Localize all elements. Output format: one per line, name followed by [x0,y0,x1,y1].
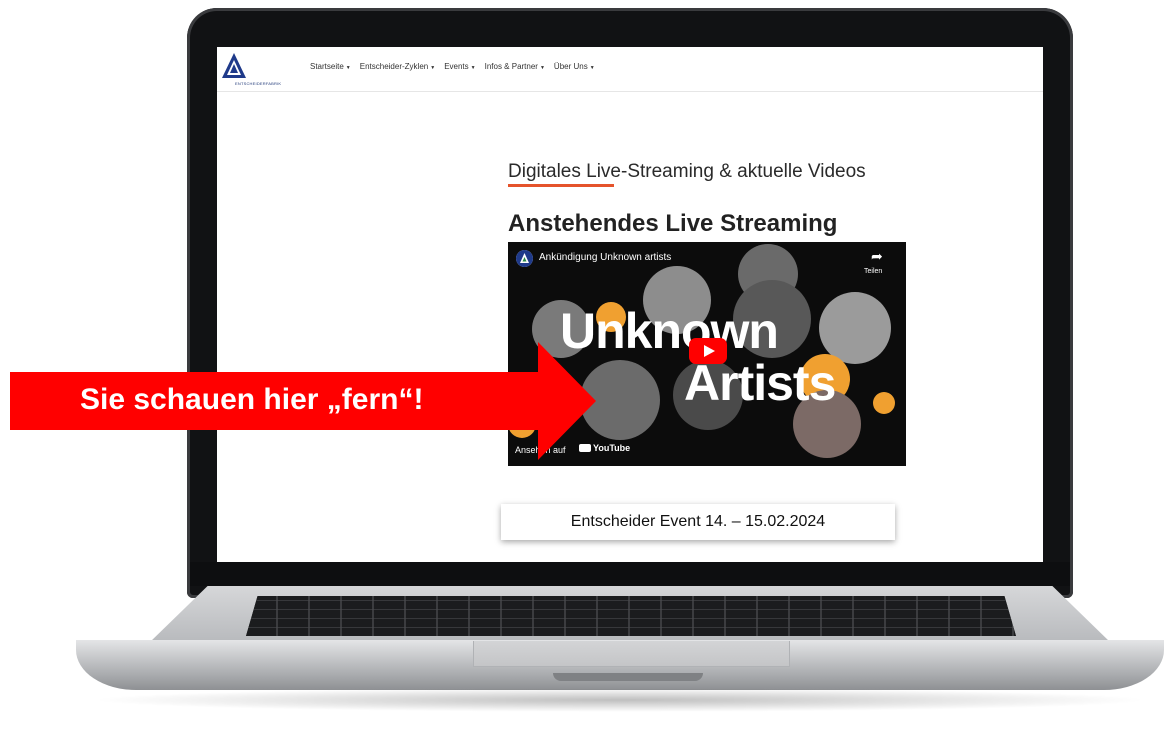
nav-item-entscheider-zyklen[interactable]: Entscheider-Zyklen ▼ [360,62,435,71]
nav-label: Über Uns [553,62,588,71]
nav-item-events[interactable]: Events ▼ [444,62,475,71]
laptop-shadow [90,688,1150,712]
laptop-screen: ENTSCHEIDERFABRIK Startseite ▼ Entscheide… [217,47,1043,562]
channel-logo-icon [516,250,533,267]
video-thumbnail-circle [873,392,895,414]
nav-label: Infos & Partner [484,62,538,71]
lid-notch [553,673,703,681]
nav-item-startseite[interactable]: Startseite ▼ [310,62,351,71]
laptop-bezel-chin [190,562,1070,586]
nav-label: Startseite [310,62,344,71]
nav-item-infos-partner[interactable]: Infos & Partner ▼ [485,62,545,71]
platform-name: YouTube [593,443,631,453]
nav-label: Entscheider-Zyklen [359,62,429,71]
share-label[interactable]: Teilen [864,268,882,275]
video-title[interactable]: Ankündigung Unknown artists [539,252,671,263]
chevron-down-icon: ▼ [470,65,476,71]
trackpad [473,641,790,667]
keyboard-rows [246,596,1016,636]
page-title: Anstehendes Live Streaming [508,210,838,237]
play-button-icon[interactable] [689,338,727,364]
top-navigation: ENTSCHEIDERFABRIK Startseite ▼ Entscheide… [217,47,1043,92]
nav-item-ueber-uns[interactable]: Über Uns ▼ [554,62,595,71]
callout-text: Sie schauen hier „fern“! [80,383,424,416]
heading-underline [508,184,614,187]
logo-wordmark: ENTSCHEIDERFABRIK [235,81,282,86]
chevron-down-icon: ▼ [345,65,351,71]
chevron-down-icon: ▼ [539,65,545,71]
channel-avatar[interactable] [516,250,533,267]
chevron-down-icon: ▼ [430,65,436,71]
nav-label: Events [444,62,469,71]
event-button[interactable]: Entscheider Event 14. – 15.02.2024 [501,504,895,540]
share-icon[interactable]: ➦ [871,248,883,265]
section-heading: Digitales Live-Streaming & aktuelle Vide… [508,161,866,182]
chevron-down-icon: ▼ [589,65,595,71]
brand-logo-icon[interactable] [221,52,247,80]
main-menu: Startseite ▼ Entscheider-Zyklen ▼ Events ▼ … [310,62,595,71]
